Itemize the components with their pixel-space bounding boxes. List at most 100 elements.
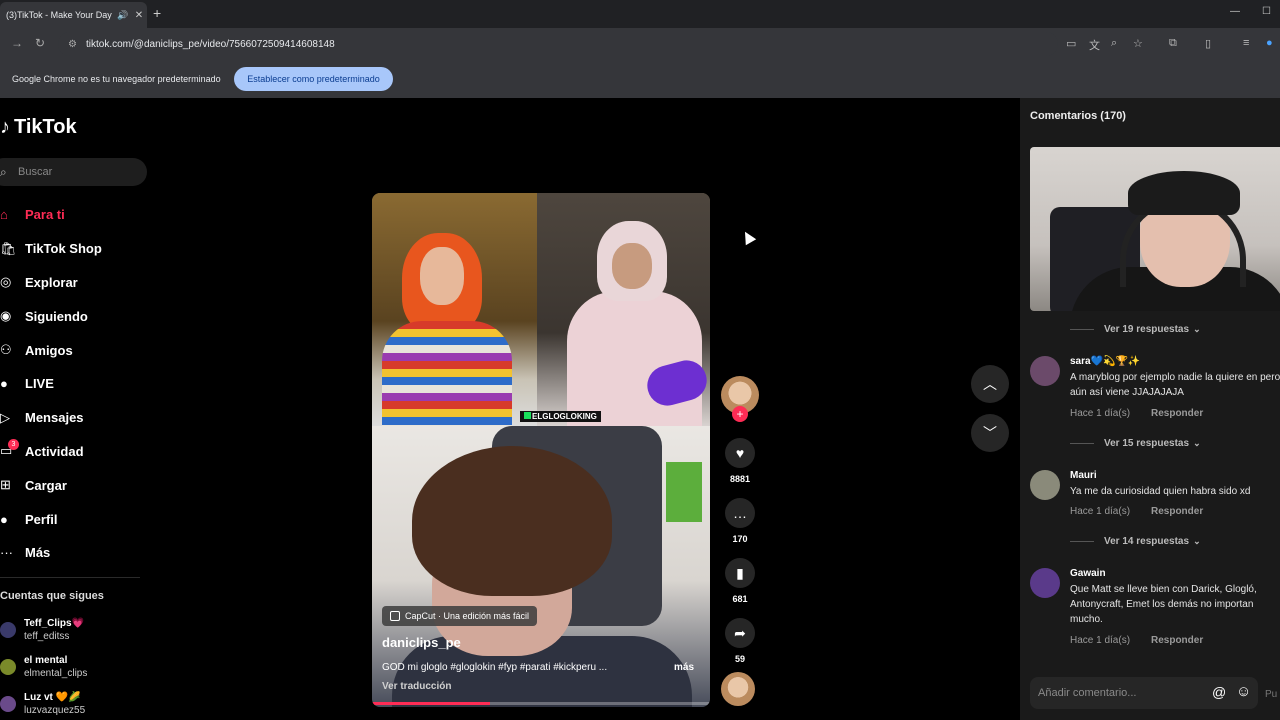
search-input[interactable] [18, 166, 128, 178]
zoom-icon[interactable]: ⌕ [1111, 37, 1117, 50]
profile-icon[interactable]: ● [1266, 37, 1273, 49]
sidebar-item-siguiendo[interactable]: ◉ Siguiendo [0, 299, 102, 333]
account-name: Luz vt 🧡🌽 [24, 691, 81, 703]
comments-panel: Comentarios (170) Ver 19 respuestas ⌄ sar… [1020, 98, 1280, 720]
comment-author[interactable]: Gawain [1070, 568, 1106, 579]
video-progress-bar[interactable] [372, 702, 710, 705]
follow-plus-icon[interactable]: + [732, 406, 748, 422]
forward-icon[interactable]: → [11, 36, 23, 50]
sidebar-item-para-ti[interactable]: ⌂ Para ti [0, 198, 102, 232]
mention-icon[interactable]: @ [1212, 684, 1226, 700]
browser-tab[interactable]: (3)TikTok - Make Your Day 🔊 ✕ [0, 2, 147, 28]
friends-icon: ⚇ [0, 342, 12, 358]
chevron-down-icon: ⌄ [1193, 324, 1201, 334]
comment-author[interactable]: sara💙💫🏆✨ [1070, 356, 1140, 367]
save-button[interactable]: ▮ 681 [722, 558, 758, 604]
site-info-icon[interactable]: ⚙ [68, 39, 86, 50]
extensions-icon[interactable]: ⧉ [1169, 37, 1177, 50]
upload-icon: ⊞ [0, 477, 11, 493]
media-icon[interactable]: ≡ [1243, 37, 1249, 49]
notification-badge: 3 [8, 438, 19, 450]
bookmark-star-icon[interactable]: ☆ [1133, 37, 1143, 50]
chevron-down-icon: ⌄ [1193, 536, 1201, 546]
sidebar-item-live[interactable]: ● LIVE [0, 367, 102, 401]
more-link[interactable]: más [674, 662, 694, 673]
video-player[interactable]: ELGLOGLOKING CapCut · Una edición más fá… [372, 193, 710, 707]
reload-icon[interactable]: ↻ [35, 36, 45, 50]
avatar [0, 621, 16, 638]
minimize-icon[interactable]: — [1230, 6, 1240, 17]
sidebar-nav: ⌂ Para ti 🛍 TikTok Shop ◎ Explorar ◉ Sig… [0, 198, 102, 570]
sidebar-item-label: TikTok Shop [25, 241, 102, 257]
next-video-button[interactable]: ﹀ [971, 414, 1009, 452]
video-overlay-tag: ELGLOGLOKING [520, 411, 601, 422]
set-default-button[interactable]: Establecer como predeterminado [234, 67, 393, 91]
comment-input-box[interactable]: @ ☺ [1030, 677, 1258, 709]
cast-icon[interactable]: ▭ [1066, 37, 1076, 50]
translate-icon[interactable]: 文 [1089, 37, 1100, 53]
sidebar-item-explorar[interactable]: ◎ Explorar [0, 266, 102, 300]
post-button[interactable]: Pu [1265, 689, 1277, 700]
sidebar-item-label: Mensajes [25, 410, 84, 426]
close-tab-icon[interactable]: ✕ [131, 10, 147, 21]
new-tab-icon[interactable]: + [153, 5, 161, 21]
comment-input[interactable] [1038, 687, 1198, 699]
tiktok-logo[interactable]: ♪ TikTok [0, 116, 77, 139]
comment-time: Hace 1 día(s) [1070, 408, 1131, 419]
replies-label: Ver 19 respuestas [1104, 324, 1190, 335]
sidebar-item-label: Explorar [25, 274, 78, 290]
capcut-badge[interactable]: CapCut · Una edición más fácil [382, 606, 538, 626]
following-account[interactable]: Teff_Clips💗 teff_editss [0, 611, 87, 648]
comment-text: Que Matt se lleve bien con Darick, Glogl… [1070, 584, 1257, 625]
search-box[interactable]: ⌕ [0, 158, 147, 186]
reply-button[interactable]: Responder [1151, 506, 1203, 517]
video-author[interactable]: daniclips_pe [382, 635, 461, 650]
sidebar-item-mas[interactable]: ··· Más [0, 536, 102, 570]
heart-icon: ♥ [725, 438, 755, 468]
avatar[interactable] [1030, 568, 1060, 598]
sidebar-item-tiktok-shop[interactable]: 🛍 TikTok Shop [0, 232, 102, 266]
sidebar-item-label: Amigos [25, 342, 73, 358]
sidebar-item-actividad[interactable]: ▭ 3 Actividad [0, 435, 102, 469]
emoji-icon[interactable]: ☺ [1236, 683, 1251, 700]
avatar[interactable] [1030, 470, 1060, 500]
view-replies-button[interactable]: Ver 15 respuestas ⌄ [1070, 438, 1201, 449]
share-icon: ➦ [725, 618, 755, 648]
sidebar-item-label: LIVE [25, 376, 54, 392]
maximize-icon[interactable]: ☐ [1262, 6, 1271, 17]
compass-icon: ◎ [0, 274, 12, 290]
view-replies-button[interactable]: Ver 14 respuestas ⌄ [1070, 536, 1201, 547]
tiktok-note-icon: ♪ [0, 116, 10, 138]
sidebar-item-label: Para ti [25, 207, 65, 223]
avatar [0, 658, 16, 675]
like-button[interactable]: ♥ 8881 [722, 438, 758, 484]
translate-link[interactable]: Ver traducción [382, 681, 451, 692]
sidebar-item-perfil[interactable]: ● Perfil [0, 502, 102, 536]
following-account[interactable]: el mental elmental_clips [0, 648, 87, 685]
reply-button[interactable]: Responder [1151, 408, 1203, 419]
share-button[interactable]: ➦ 59 [722, 618, 758, 664]
default-browser-infobar: Google Chrome no es tu navegador predete… [0, 60, 1280, 98]
comment-button[interactable]: … 170 [722, 498, 758, 544]
following-account[interactable]: Luz vt 🧡🌽 luzvazquez55 [0, 685, 87, 720]
address-bar[interactable]: ⚙ tiktok.com/@daniclips_pe/video/7566072… [58, 32, 1058, 56]
sidepanel-icon[interactable]: ▯ [1205, 37, 1211, 50]
avatar[interactable] [1030, 356, 1060, 386]
account-handle: luzvazquez55 [24, 704, 86, 716]
sidebar-item-label: Perfil [25, 511, 58, 527]
sidebar-item-amigos[interactable]: ⚇ Amigos [0, 333, 102, 367]
reply-button[interactable]: Responder [1151, 635, 1203, 646]
sidebar-item-mensajes[interactable]: ▷ Mensajes [0, 401, 102, 435]
previous-video-button[interactable]: ︿ [971, 365, 1009, 403]
comment-author[interactable]: Mauri [1070, 470, 1097, 481]
comment-icon: … [725, 498, 755, 528]
shop-icon: 🛍 [0, 240, 17, 256]
view-replies-button[interactable]: Ver 19 respuestas ⌄ [1070, 324, 1201, 335]
sidebar-item-label: Más [25, 545, 51, 561]
chevron-up-icon: ︿ [983, 376, 997, 392]
comment-count: 170 [732, 534, 748, 544]
sidebar-item-cargar[interactable]: ⊞ Cargar [0, 468, 102, 502]
music-disc-avatar[interactable] [721, 672, 755, 706]
speaker-icon[interactable]: 🔊 [117, 10, 131, 21]
person-orange-wig [382, 233, 512, 431]
